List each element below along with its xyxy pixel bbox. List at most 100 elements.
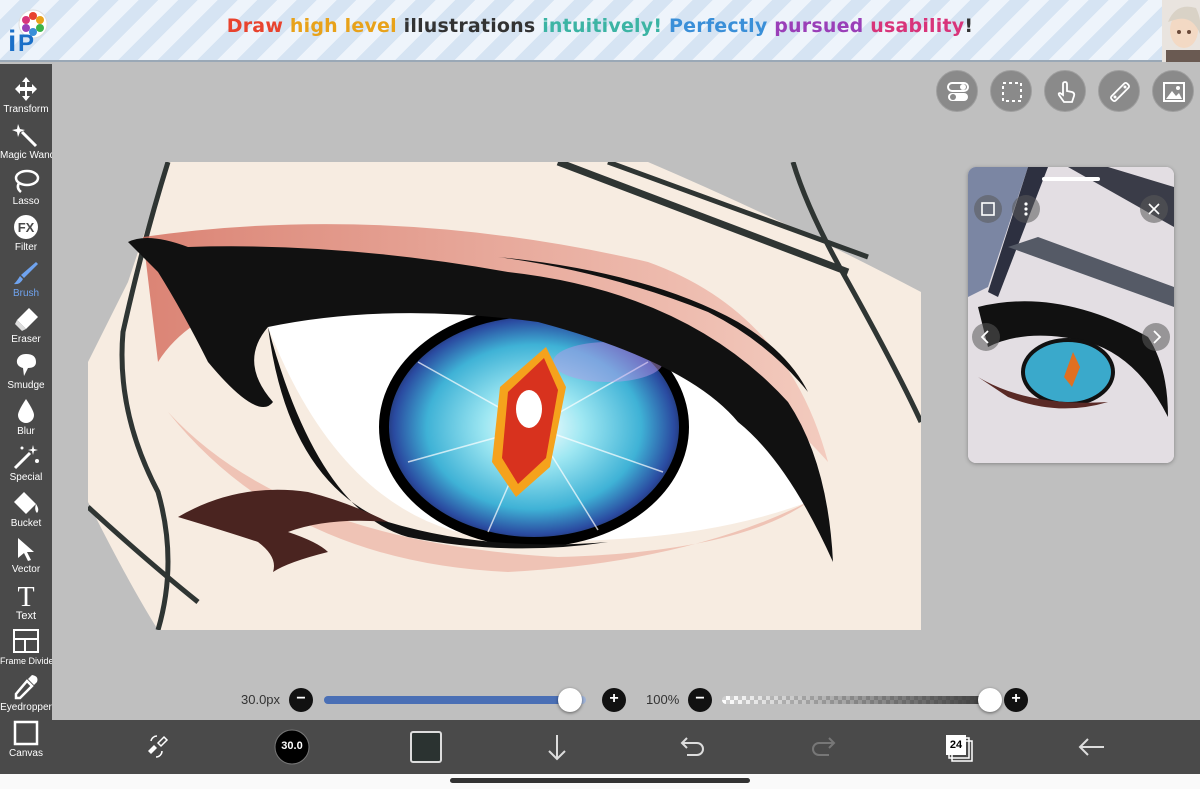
tool-special[interactable]: Special [0,440,52,486]
frame-divider-icon [13,629,39,653]
tool-label: Lasso [12,196,40,207]
reference-image-icon [1163,82,1185,102]
tool-label: Special [9,472,43,483]
color-swatch-button[interactable] [408,729,444,765]
minus-icon: − [296,690,306,707]
canvas-icon [13,720,39,746]
tool-label: Transform [3,104,49,115]
banner-word: Draw [226,15,290,37]
banner-word: Perfectly [669,15,775,37]
svg-text:T: T [17,582,34,608]
layer-count: 24 [949,739,963,751]
reference-menu-button[interactable] [1012,195,1040,223]
reference-next-button[interactable] [1142,323,1170,351]
opacity-minus-button[interactable]: − [688,688,712,712]
tool-bucket[interactable]: Bucket [0,486,52,532]
transform-icon [15,77,37,101]
reference-drag-handle[interactable] [1042,177,1100,181]
selection-button[interactable] [990,70,1032,112]
chevron-right-icon [1153,330,1162,344]
size-plus-button[interactable]: + [602,688,626,712]
arrow-left-icon [1078,738,1104,756]
brush-size-value: 30.0px [241,692,281,707]
banner-word: high level [289,15,404,37]
tool-smudge[interactable]: Smudge [0,348,52,394]
tool-label: Canvas [9,748,43,759]
touch-gesture-button[interactable] [1044,70,1086,112]
tool-frame-divider[interactable]: Frame Divider [0,624,57,670]
opacity-slider-knob[interactable] [978,688,1002,712]
close-icon [1148,203,1160,215]
tool-label: Brush [12,288,40,299]
more-vertical-icon [1024,202,1028,216]
tool-lasso[interactable]: Lasso [0,164,52,210]
opacity-plus-button[interactable]: + [1004,688,1028,712]
reference-prev-button[interactable] [972,323,1000,351]
character-avatar-icon [1162,0,1200,62]
touch-gesture-icon [1057,81,1076,103]
brush-size-button[interactable]: 30.0 [274,729,310,765]
lasso-icon [14,169,40,193]
redo-icon [812,737,836,756]
reference-fit-button[interactable] [974,195,1002,223]
tool-sidebar: Transform Magic Wand Lasso FX Filter Bru… [0,64,57,774]
banner-word: intuitively! [542,15,670,37]
color-swatch [410,731,442,763]
chevron-left-icon [980,330,989,344]
tool-magic-wand[interactable]: Magic Wand [0,118,56,164]
size-minus-button[interactable]: − [289,688,313,712]
banner-word: illustrations [403,15,543,37]
special-wand-icon [13,445,39,470]
banner-word: usability [870,15,965,37]
bucket-icon [14,492,39,514]
tool-vector[interactable]: Vector [0,532,52,578]
tool-label: Blur [17,426,35,437]
svg-text:FX: FX [18,220,35,235]
reference-window[interactable] [968,167,1174,463]
eraser-icon [15,308,38,331]
banner-word: pursued [774,15,871,37]
ruler-button[interactable] [1098,70,1140,112]
tool-label: Bucket [10,518,42,529]
bottom-toolbar: 30.0 24 [52,720,1200,774]
ad-banner[interactable]: i P Draw high level illustrations intuit… [0,0,1200,62]
tool-brush[interactable]: Brush [0,256,52,302]
artwork-canvas[interactable] [88,162,921,630]
tool-text[interactable]: T Text [0,578,52,624]
size-slider-track[interactable] [324,696,586,704]
tool-eyedropper[interactable]: Eyedropper [0,670,52,716]
undo-icon [680,737,704,756]
arrow-down-icon [548,735,566,761]
home-indicator[interactable] [450,778,750,783]
opacity-value: 100% [646,692,680,707]
selection-icon [1002,82,1022,102]
tool-eraser[interactable]: Eraser [0,302,52,348]
tool-transform[interactable]: Transform [0,72,52,118]
brush-eraser-swap-icon [148,735,169,758]
tool-blur[interactable]: Blur [0,394,52,440]
layer-down-button[interactable] [539,729,575,765]
tool-label: Eraser [11,334,41,345]
opacity-slider-track[interactable] [722,696,990,704]
plus-icon: + [1011,690,1021,707]
tool-label: Text [15,610,37,622]
banner-slogan: Draw high level illustrations intuitivel… [0,15,1200,37]
redo-button[interactable] [807,729,843,765]
toggle-icon [947,82,969,101]
tool-label: Vector [11,564,41,575]
vector-cursor-icon [18,538,34,561]
tool-label: Smudge [7,380,45,391]
minus-icon: − [695,690,705,707]
reference-image-button[interactable] [1152,70,1194,112]
reference-close-button[interactable] [1140,195,1168,223]
tool-canvas[interactable]: Canvas [0,716,52,762]
toggle-button[interactable] [936,70,978,112]
tool-label: Eyedropper [0,702,52,713]
tool-label: Magic Wand [0,150,56,161]
layers-button[interactable]: 24 [940,729,976,765]
tool-filter[interactable]: FX Filter [0,210,52,256]
undo-button[interactable] [673,729,709,765]
size-slider-fill [324,696,571,704]
quick-eraser-toggle-button[interactable] [140,729,176,765]
back-button[interactable] [1074,729,1110,765]
